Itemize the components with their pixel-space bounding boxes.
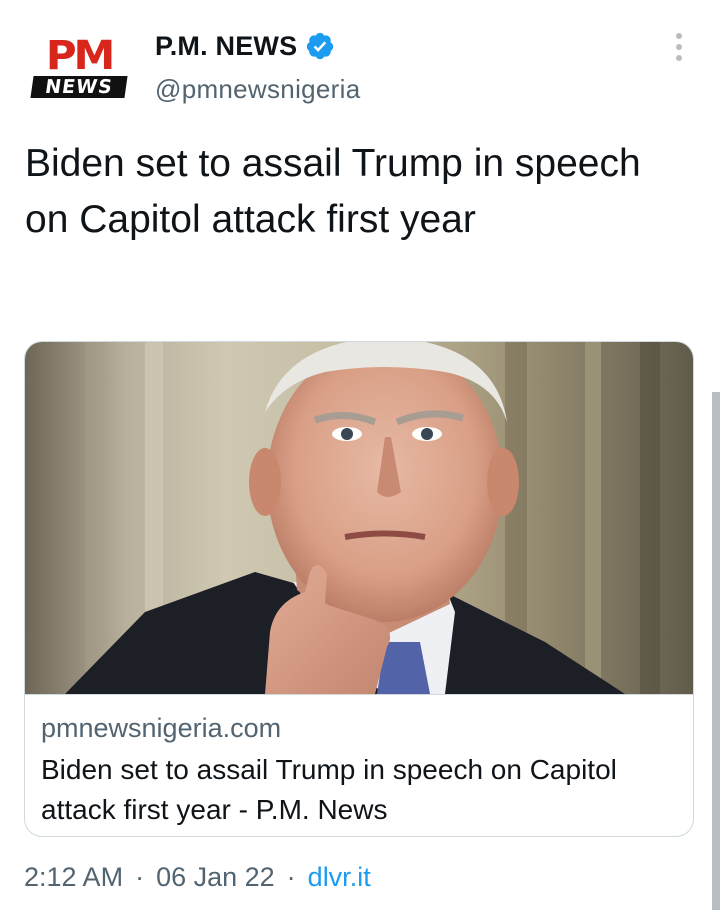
tweet-text: Biden set to assail Trump in speech on C… [25, 142, 641, 241]
more-vertical-icon[interactable] [664, 30, 694, 64]
tweet-source-link[interactable]: dlvr.it [308, 862, 371, 893]
link-card[interactable]: pmnewsnigeria.com Biden set to assail Tr… [24, 341, 694, 837]
tweet-date[interactable]: 06 Jan 22 [156, 862, 275, 893]
verified-badge-icon [305, 31, 335, 61]
card-domain: pmnewsnigeria.com [41, 713, 282, 743]
card-info[interactable]: pmnewsnigeria.com Biden set to assail Tr… [25, 694, 693, 836]
tweet: PM NEWS P.M. NEWS @pmnewsnigeria Biden s… [0, 0, 720, 910]
scrollbar[interactable] [712, 392, 720, 910]
tweet-time[interactable]: 2:12 AM [24, 862, 123, 893]
logo-news-text: NEWS [30, 76, 128, 98]
display-name[interactable]: P.M. NEWS [155, 31, 297, 62]
card-image[interactable] [25, 342, 693, 694]
avatar[interactable]: PM NEWS [30, 36, 130, 100]
meta-separator: · [286, 862, 296, 892]
handle[interactable]: @pmnewsnigeria [155, 74, 360, 105]
tweet-meta: 2:12 AM · 06 Jan 22 · dlvr.it [24, 862, 371, 893]
logo-pm-text: PM [45, 33, 115, 79]
meta-separator: · [135, 862, 145, 892]
card-title: Biden set to assail Trump in speech on C… [41, 754, 617, 825]
display-name-row[interactable]: P.M. NEWS [155, 27, 335, 65]
